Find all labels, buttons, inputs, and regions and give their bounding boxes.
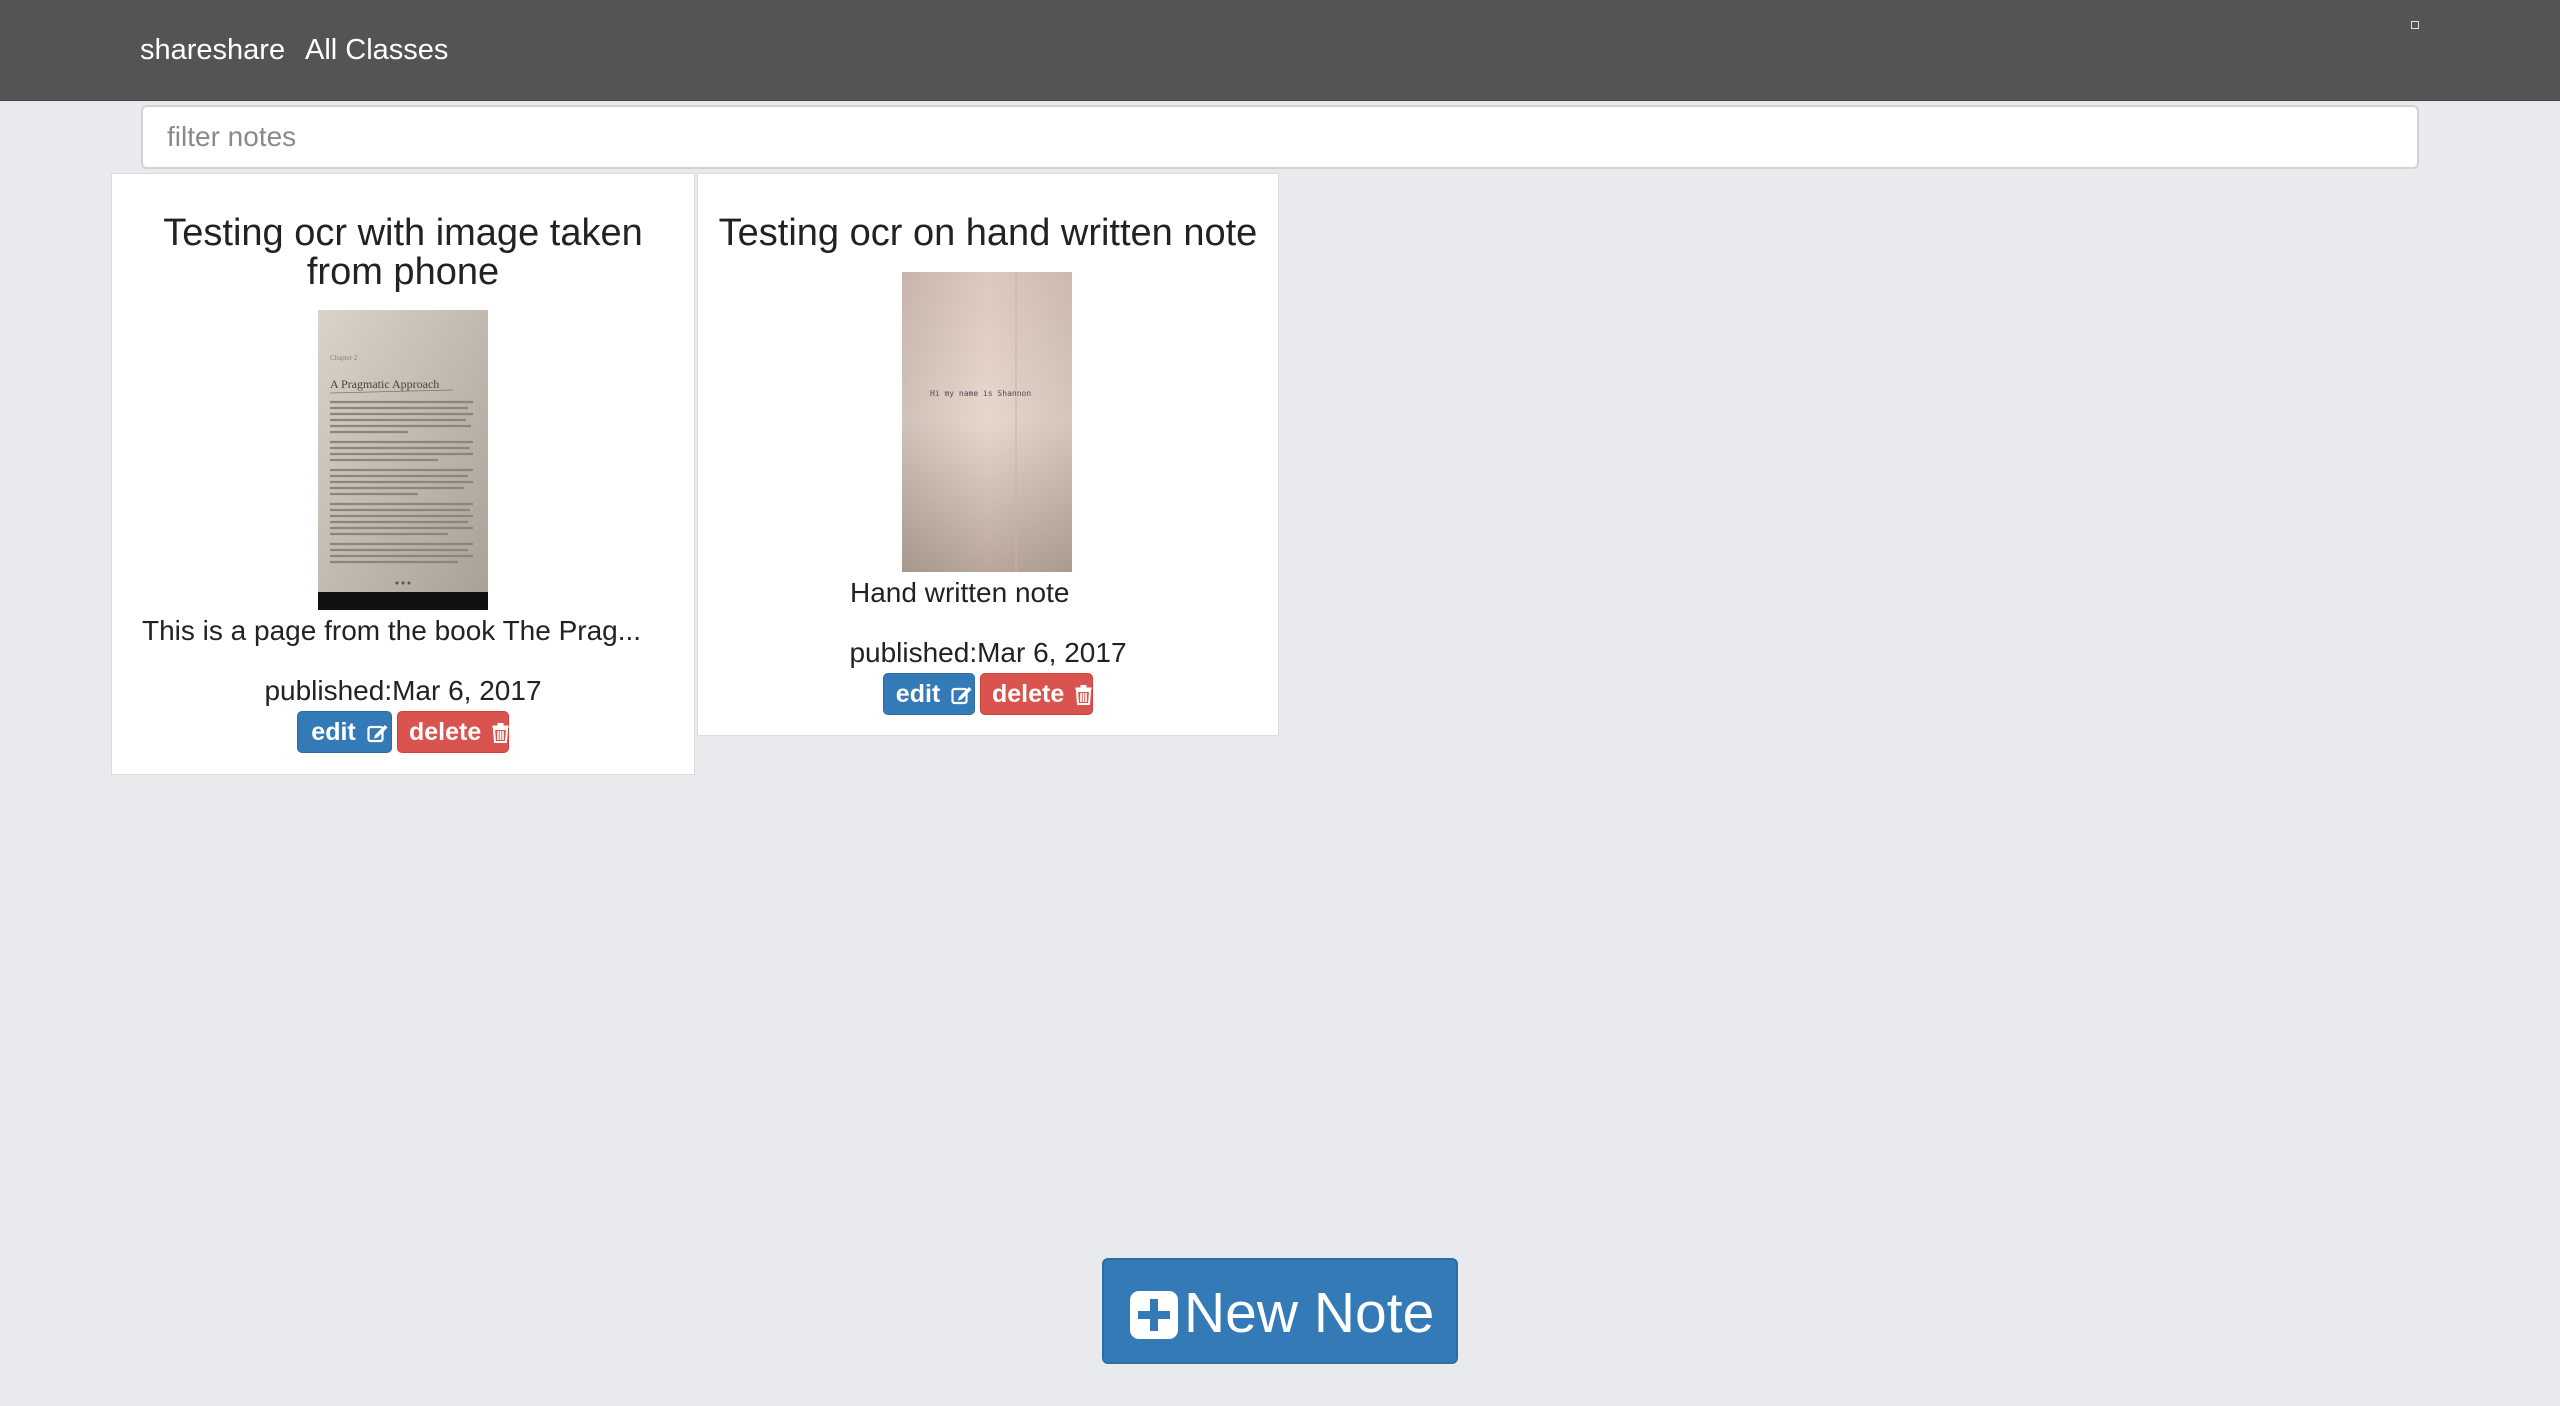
book-page-image: Chapter 2 A Pragmatic Approach bbox=[318, 310, 488, 610]
trash-icon bbox=[1075, 685, 1092, 705]
note-title: Testing ocr with image taken from phone bbox=[163, 212, 643, 293]
delete-button-label: delete bbox=[409, 718, 482, 746]
navbar: shareshare All Classes bbox=[0, 0, 2560, 101]
thumb-chapter-text: Chapter 2 bbox=[330, 354, 358, 362]
delete-button-label: delete bbox=[992, 680, 1065, 708]
trash-icon bbox=[492, 723, 509, 743]
thumb-handwriting-text: Hi my name is Shannon bbox=[930, 389, 1031, 398]
navbar-small-square-icon bbox=[2411, 21, 2419, 29]
note-card: Testing ocr with image taken from phone … bbox=[111, 173, 695, 775]
edit-button[interactable]: edit bbox=[297, 711, 392, 753]
note-description: This is a page from the book The Prag... bbox=[142, 615, 642, 646]
brand-link[interactable]: shareshare bbox=[140, 33, 285, 67]
edit-icon bbox=[367, 725, 388, 743]
handwritten-note-image: Hi my name is Shannon bbox=[902, 272, 1072, 572]
note-published-date: published:Mar 6, 2017 bbox=[264, 675, 542, 706]
note-title: Testing ocr on hand written note bbox=[718, 212, 1258, 254]
delete-button[interactable]: delete bbox=[397, 711, 509, 753]
note-description: Hand written note bbox=[850, 577, 1070, 608]
delete-button[interactable]: delete bbox=[980, 673, 1093, 715]
note-thumbnail[interactable]: Chapter 2 A Pragmatic Approach bbox=[318, 310, 488, 610]
note-published-date: published:Mar 6, 2017 bbox=[849, 637, 1127, 668]
edit-icon bbox=[951, 687, 972, 705]
edit-button[interactable]: edit bbox=[883, 673, 975, 715]
plus-square-icon bbox=[1130, 1291, 1178, 1339]
thumb-heading-text: A Pragmatic Approach bbox=[330, 377, 439, 391]
note-card: Testing ocr on hand written note Hi my n… bbox=[697, 173, 1279, 736]
nav-all-classes-link[interactable]: All Classes bbox=[305, 33, 448, 67]
filter-notes-input[interactable] bbox=[141, 105, 2419, 169]
note-thumbnail[interactable]: Hi my name is Shannon bbox=[902, 272, 1072, 572]
edit-button-label: edit bbox=[311, 718, 356, 746]
new-note-button[interactable]: New Note bbox=[1102, 1258, 1458, 1364]
edit-button-label: edit bbox=[895, 680, 941, 708]
new-note-label: New Note bbox=[1184, 1281, 1435, 1345]
